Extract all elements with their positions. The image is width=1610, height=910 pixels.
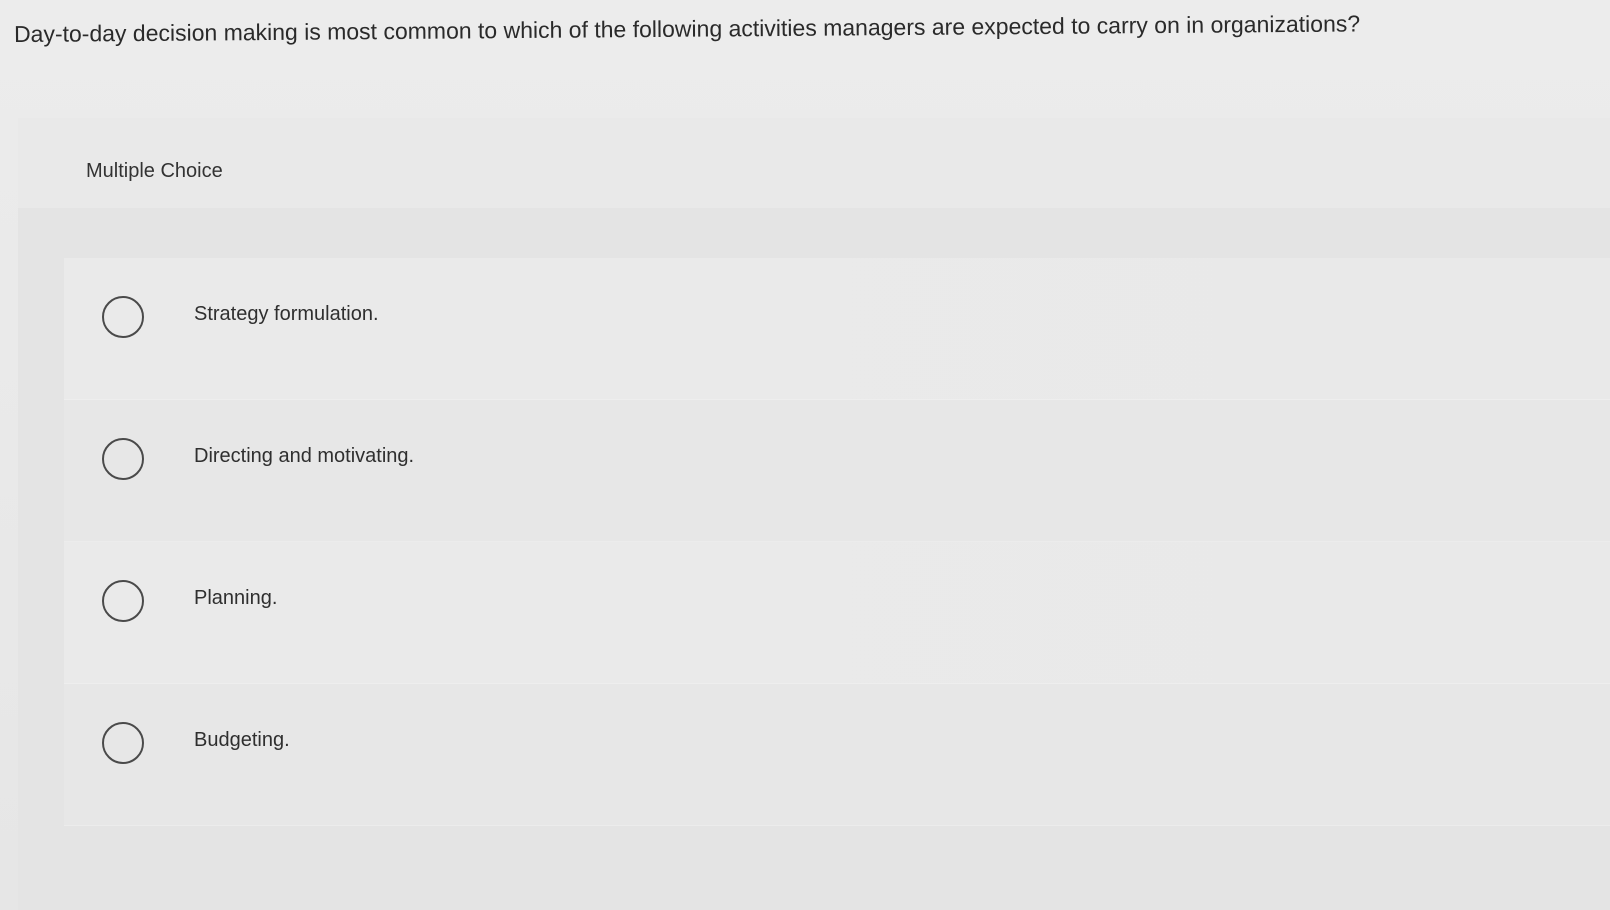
answer-option-3[interactable]: Planning. — [64, 542, 1610, 684]
answer-option-2[interactable]: Directing and motivating. — [64, 400, 1610, 542]
radio-button-empty-icon[interactable] — [102, 580, 144, 622]
answer-option-label: Directing and motivating. — [194, 445, 415, 467]
answer-option-label: Planning. — [194, 587, 278, 609]
question-text: Day-to-day decision making is most commo… — [13, 10, 1361, 47]
answer-option-label: Strategy formulation. — [194, 303, 379, 325]
radio-button-empty-icon[interactable] — [102, 438, 144, 480]
answer-panel: Multiple Choice Strategy formulation. Di… — [18, 118, 1610, 910]
answer-options: Strategy formulation. Directing and moti… — [64, 258, 1610, 826]
quiz-page: Day-to-day decision making is most commo… — [0, 0, 1610, 910]
answer-option-label: Budgeting. — [194, 729, 290, 751]
radio-button-empty-icon[interactable] — [102, 296, 144, 338]
radio-button-empty-icon[interactable] — [102, 722, 144, 764]
question-type-label: Multiple Choice — [86, 160, 223, 182]
answer-option-1[interactable]: Strategy formulation. — [64, 258, 1610, 400]
panel-header-band — [18, 118, 1610, 208]
answer-option-4[interactable]: Budgeting. — [64, 684, 1610, 826]
